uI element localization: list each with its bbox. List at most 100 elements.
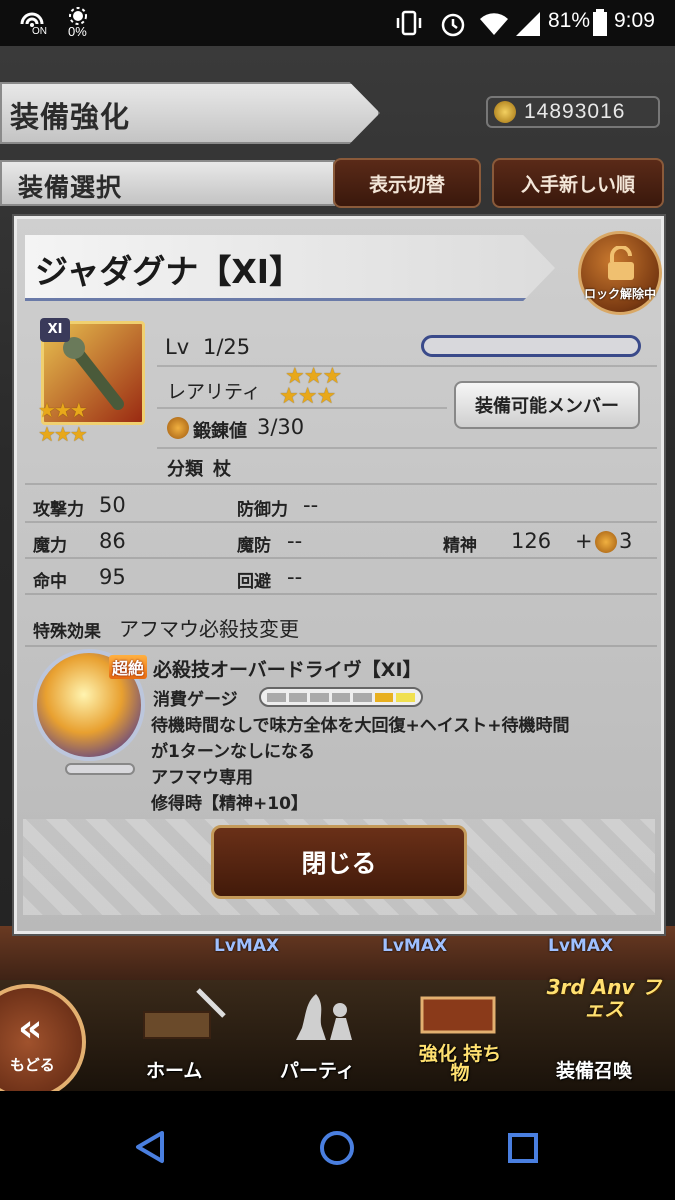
book-quill-icon xyxy=(143,988,226,1039)
item-name: ジャダグナ【XI】 xyxy=(35,252,303,291)
currency-display: 14893016 xyxy=(486,96,660,128)
evasion-value: -- xyxy=(287,565,303,589)
signal-icon xyxy=(516,12,540,36)
forge-hammer-icon xyxy=(595,531,617,553)
status-bar: ON 0% 81% 9:09 xyxy=(0,0,675,46)
defense-label: 防御力 xyxy=(237,500,288,520)
divider xyxy=(25,557,657,559)
gauge-cost-label: 消費ゲージ xyxy=(153,690,238,710)
nav-equipment-summon[interactable]: 3rd Anv フェス 装備召喚 xyxy=(534,976,674,1091)
sort-button[interactable]: 入手新しい順 xyxy=(492,158,664,208)
page-title: 装備強化 xyxy=(10,100,131,134)
spirit-value: 126 xyxy=(511,529,552,553)
nav-party[interactable]: パーティ xyxy=(262,980,382,1091)
level-value: 1/25 xyxy=(203,335,251,359)
forge-value: 3/30 xyxy=(257,415,305,439)
gauge-cost-meter xyxy=(259,687,423,707)
ability-description-line: が1ターンなしになる xyxy=(151,742,315,762)
magic-defense-label: 魔防 xyxy=(237,536,271,556)
ability-tag: 超絶 xyxy=(109,655,148,679)
defense-value: -- xyxy=(303,493,319,517)
brightness-icon xyxy=(69,7,87,25)
padlock-icon xyxy=(608,246,634,280)
item-title-banner: ジャダグナ【XI】 xyxy=(25,235,555,301)
forge-label: 鍛錬値 xyxy=(193,421,247,442)
level-label: Lv xyxy=(165,335,190,359)
divider xyxy=(25,521,657,523)
special-effect-value: アフマウ必殺技変更 xyxy=(119,617,299,641)
accuracy-value: 95 xyxy=(99,565,126,589)
rarity-stars: ★★★ ★★★ xyxy=(279,364,342,409)
battery-percent: 81% xyxy=(548,9,591,32)
data-percent: 0% xyxy=(68,24,87,39)
divider xyxy=(157,407,447,409)
nav-home[interactable]: ホーム xyxy=(118,980,258,1091)
vibrate-icon xyxy=(396,10,422,36)
equipment-detail-dialog: ジャダグナ【XI】 ロック解除中 XI ★★★ ★★★ Lv 1/25 レアリティ… xyxy=(14,216,664,934)
close-button[interactable]: 閉じる xyxy=(211,825,467,899)
experience-gauge xyxy=(421,335,641,357)
category-label: 分類 xyxy=(167,459,203,480)
ability-description-line: 待機時間なしで味方全体を大回復+ヘイスト+待機時間 xyxy=(151,716,570,736)
spirit-label: 精神 xyxy=(443,536,477,556)
equippable-members-button[interactable]: 装備可能メンバー xyxy=(454,381,640,429)
system-navigation-bar xyxy=(0,1091,675,1200)
nfc-badge: ON xyxy=(32,26,47,37)
anniversary-event-badge: 3rd Anv フェス xyxy=(546,975,662,1021)
lvmax-badge: LvMAX xyxy=(214,936,280,956)
lvmax-badge: LvMAX xyxy=(548,936,614,956)
clock: 9:09 xyxy=(614,9,655,32)
back-triangle-icon[interactable] xyxy=(132,1129,168,1165)
section-title: 装備選択 xyxy=(18,173,123,202)
currency-value: 14893016 xyxy=(524,100,626,123)
battery-icon xyxy=(593,9,607,36)
magic-label: 魔力 xyxy=(33,536,67,556)
attack-label: 攻撃力 xyxy=(33,500,84,520)
divider xyxy=(25,483,657,485)
forge-hammer-icon xyxy=(167,417,189,439)
back-chevron-icon: « xyxy=(18,1006,43,1050)
magic-value: 86 xyxy=(99,529,126,553)
spirit-bonus-sign: + xyxy=(575,529,593,553)
category-value: 杖 xyxy=(213,459,231,480)
header-banner: 装備強化 xyxy=(0,82,380,144)
accuracy-label: 命中 xyxy=(33,572,67,592)
recents-square-icon[interactable] xyxy=(506,1131,540,1165)
bottom-navigation: « もどる ホーム パーティ 強化 持ち物 3rd Anv フェス 装備召喚 xyxy=(0,976,675,1100)
nav-equipment-summon-label: 装備召喚 xyxy=(556,1060,633,1082)
section-bar: 装備選択 xyxy=(0,160,335,206)
series-badge: XI xyxy=(40,318,70,342)
lock-label: ロック解除中 xyxy=(583,287,656,301)
lvmax-badge: LvMAX xyxy=(382,936,448,956)
display-toggle-button[interactable]: 表示切替 xyxy=(333,158,481,208)
item-icon-frame: XI ★★★ ★★★ xyxy=(38,318,145,446)
ability-description-line: アフマウ専用 xyxy=(151,768,253,788)
lock-toggle-button[interactable]: ロック解除中 xyxy=(578,231,662,315)
treasure-chest-icon xyxy=(420,996,496,1034)
nav-party-label: パーティ xyxy=(280,1060,355,1082)
evasion-label: 回避 xyxy=(237,572,271,592)
rarity-label: レアリティ xyxy=(167,381,261,403)
divider xyxy=(25,645,657,647)
divider xyxy=(25,593,657,595)
special-effect-label: 特殊効果 xyxy=(33,622,101,642)
back-label: もどる xyxy=(10,1056,55,1074)
item-rarity-stars: ★★★ ★★★ xyxy=(38,398,88,446)
divider xyxy=(157,447,657,449)
attack-value: 50 xyxy=(99,493,126,517)
spirit-bonus-value: 3 xyxy=(619,529,633,553)
chess-pieces-icon xyxy=(296,994,352,1040)
alarm-icon xyxy=(441,13,465,37)
gil-coin-icon xyxy=(494,101,516,123)
home-circle-icon[interactable] xyxy=(318,1129,356,1167)
back-button[interactable]: « もどる xyxy=(0,984,86,1100)
divider xyxy=(157,365,657,367)
nav-home-label: ホーム xyxy=(146,1060,203,1082)
wifi-icon xyxy=(480,13,508,35)
magic-defense-value: -- xyxy=(287,529,303,553)
ability-progress-bar xyxy=(65,763,135,775)
nav-items-label: 強化 持ち物 xyxy=(418,1043,502,1084)
ability-name: 必殺技オーバードライヴ【XI】 xyxy=(153,659,422,681)
nav-items[interactable]: 強化 持ち物 xyxy=(400,980,520,1091)
ability-description-line: 修得時【精神+10】 xyxy=(151,794,308,814)
